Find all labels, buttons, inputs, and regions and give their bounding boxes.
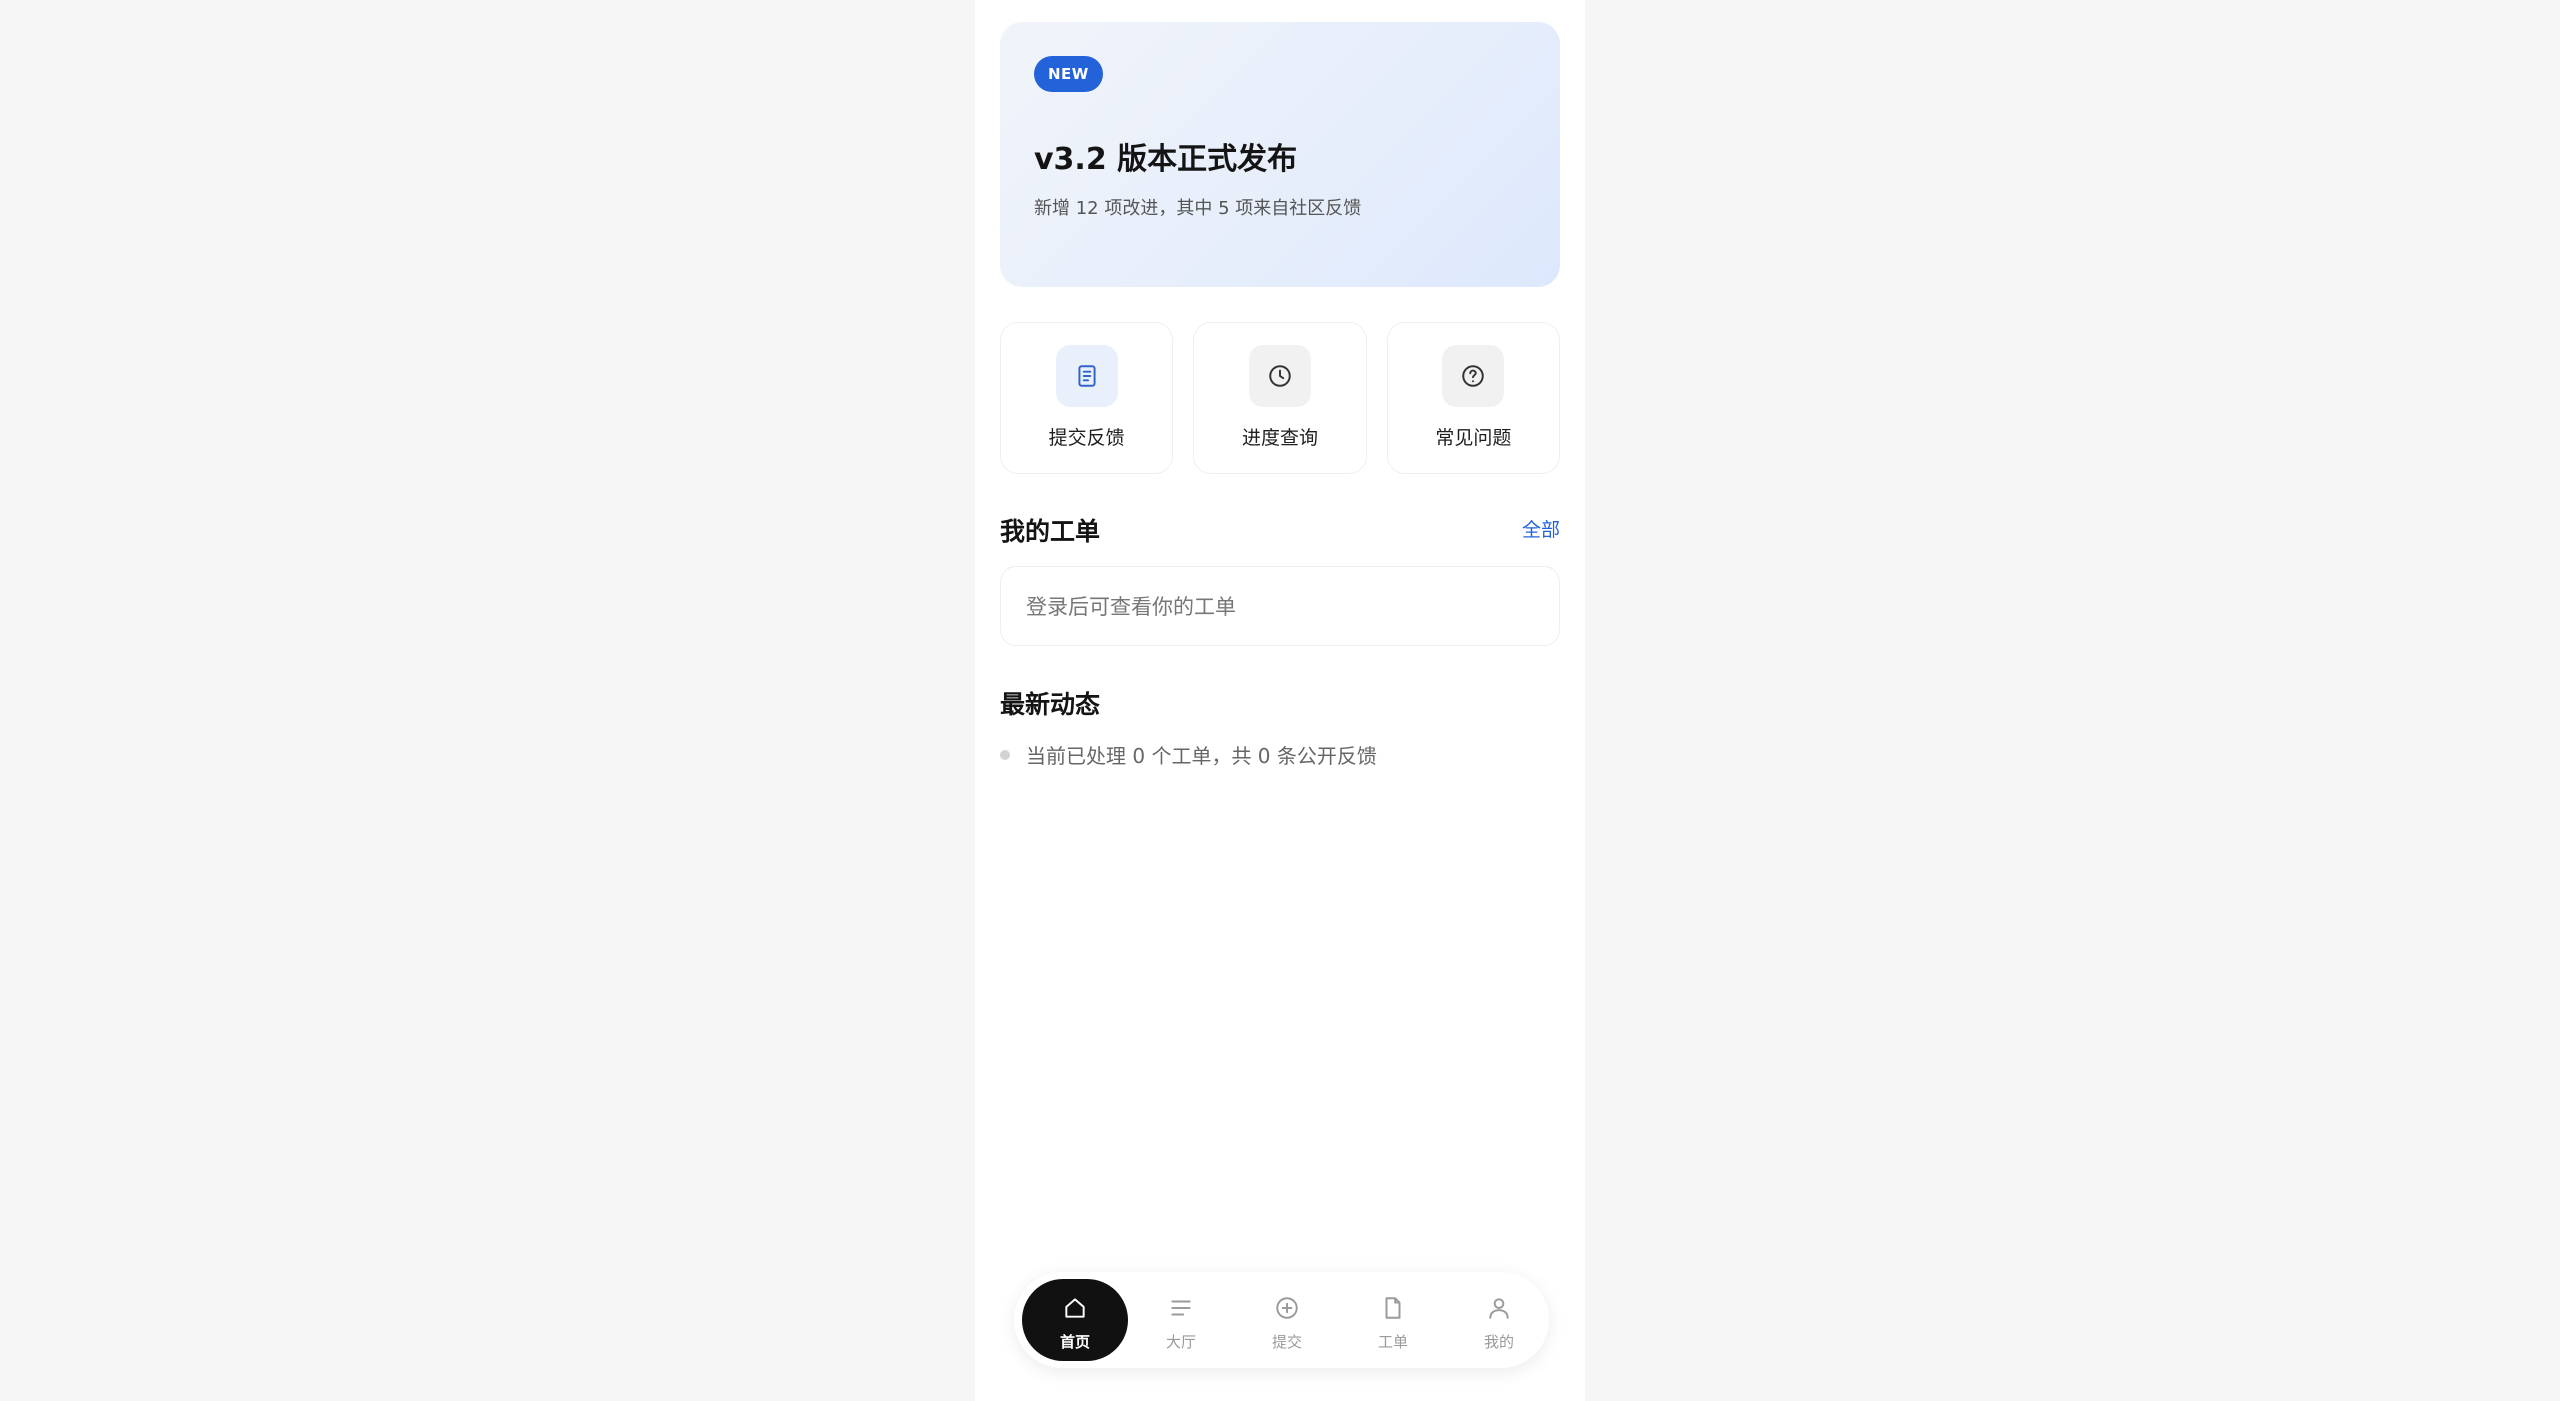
home-icon [1065,1298,1085,1318]
user-icon [1489,1298,1509,1319]
clock-icon [1248,345,1311,407]
news-item: 当前已处理 0 个工单，共 0 条公开反馈 [1000,740,1377,769]
tab-hall[interactable]: 大厅 [1128,1279,1234,1361]
bottom-nav: 首页 大厅 提交 工单 我的 [1014,1272,1549,1368]
tab-profile[interactable]: 我的 [1446,1279,1552,1361]
tab-tickets[interactable]: 工单 [1340,1279,1446,1361]
latest-news-title: 最新动态 [1000,690,1101,719]
tab-label: 提交 [1271,1333,1302,1351]
banner-title: v3.2 版本正式发布 [1034,142,1298,177]
document-icon [1055,345,1118,407]
tab-label: 我的 [1483,1333,1514,1351]
view-all-link[interactable]: 全部 [1522,515,1560,542]
release-banner[interactable]: NEW v3.2 版本正式发布 新增 12 项改进，其中 5 项来自社区反馈 [1000,22,1560,287]
banner-subtitle: 新增 12 项改进，其中 5 项来自社区反馈 [1034,198,1362,219]
submit-feedback-card[interactable]: 提交反馈 [1000,322,1174,474]
faq-card[interactable]: 常见问题 [1386,322,1560,474]
list-icon [1171,1300,1191,1316]
progress-query-card[interactable]: 进度查询 [1193,322,1367,474]
login-prompt[interactable]: 登录后可查看你的工单 [1000,566,1560,646]
news-text: 当前已处理 0 个工单，共 0 条公开反馈 [1026,744,1377,768]
tab-label: 工单 [1377,1333,1408,1351]
action-label: 提交反馈 [1048,427,1125,449]
my-tickets-title: 我的工单 [1000,517,1101,546]
tab-label: 首页 [1059,1333,1090,1351]
tab-home[interactable]: 首页 [1022,1279,1128,1361]
tab-submit[interactable]: 提交 [1234,1279,1340,1361]
new-badge: NEW [1034,56,1103,92]
quick-actions: 提交反馈 进度查询 常见问题 [1000,322,1560,474]
question-icon [1442,345,1505,407]
action-label: 常见问题 [1435,427,1512,449]
app-screen: NEW v3.2 版本正式发布 新增 12 项改进，其中 5 项来自社区反馈 提… [975,0,1585,1401]
tab-label: 大厅 [1165,1333,1196,1351]
action-label: 进度查询 [1241,427,1318,449]
file-icon [1385,1297,1401,1319]
plus-circle-icon [1276,1297,1298,1319]
bullet-dot [1000,749,1010,760]
